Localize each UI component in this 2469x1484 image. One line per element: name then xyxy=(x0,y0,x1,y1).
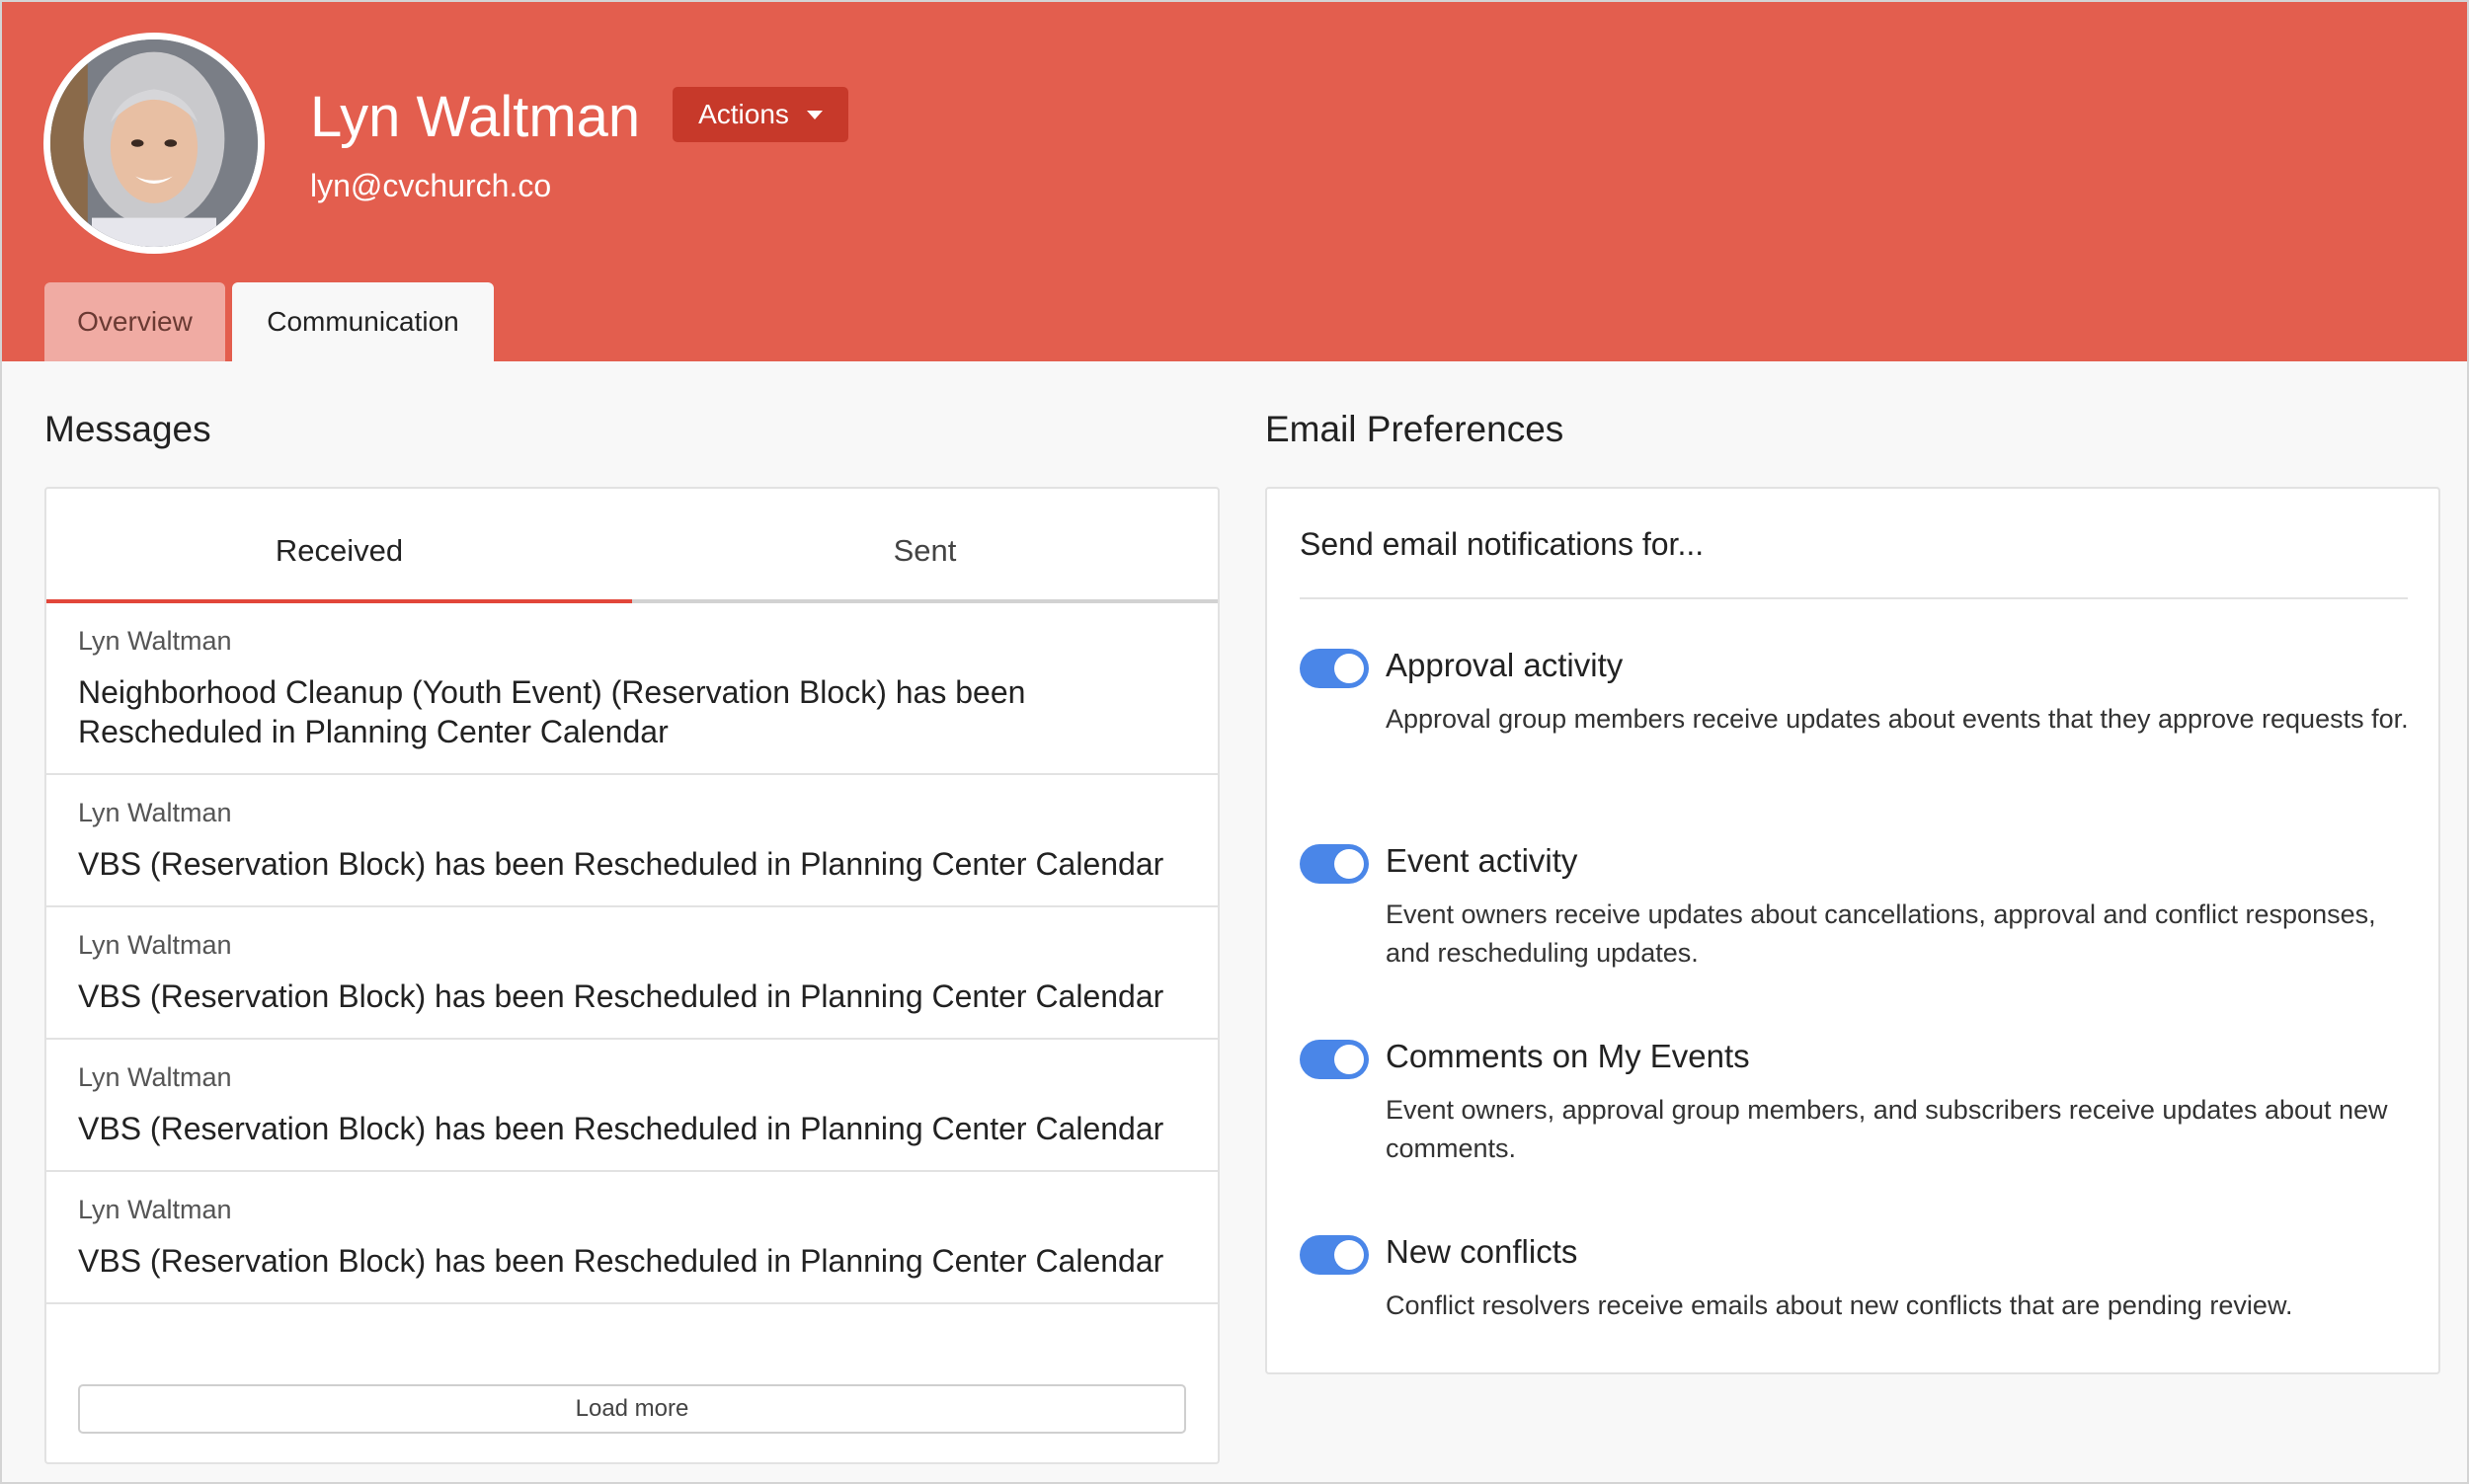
preference-description: Approval group members receive updates a… xyxy=(1386,704,2409,734)
message-sender: Lyn Waltman xyxy=(78,1062,232,1092)
message-subject: VBS (Reservation Block) has been Resched… xyxy=(78,1111,1164,1146)
message-subject: VBS (Reservation Block) has been Resched… xyxy=(78,978,1164,1014)
message-item[interactable]: Lyn Waltman VBS (Reservation Block) has … xyxy=(46,775,1218,907)
actions-dropdown-button[interactable]: Actions xyxy=(673,87,848,142)
event-activity-toggle[interactable] xyxy=(1300,844,1369,884)
message-tabs: Received Sent xyxy=(46,489,1218,603)
preference-description: Event owners receive updates about cance… xyxy=(1386,899,2376,968)
message-subject: VBS (Reservation Block) has been Resched… xyxy=(78,1243,1164,1279)
message-sender: Lyn Waltman xyxy=(78,626,232,656)
preference-label: New conflicts xyxy=(1386,1233,1578,1270)
divider xyxy=(1300,597,2408,599)
app-window: Lyn Waltman Actions lyn@cvchurch.co Over… xyxy=(0,0,2469,1484)
tab-sent-label: Sent xyxy=(893,533,957,568)
comments-on-my-events-toggle[interactable] xyxy=(1300,1040,1369,1079)
email-preferences-panel: Send email notifications for... Approval… xyxy=(1265,487,2440,1374)
toggle-knob xyxy=(1334,654,1364,683)
new-conflicts-toggle[interactable] xyxy=(1300,1235,1369,1275)
avatar-image xyxy=(50,39,258,247)
preference-label: Event activity xyxy=(1386,842,1578,879)
tab-sent[interactable]: Sent xyxy=(632,489,1218,603)
message-sender: Lyn Waltman xyxy=(78,930,232,960)
tab-communication[interactable]: Communication xyxy=(232,282,494,361)
message-item[interactable]: Lyn Waltman VBS (Reservation Block) has … xyxy=(46,907,1218,1040)
tab-communication-label: Communication xyxy=(267,306,459,337)
message-subject: VBS (Reservation Block) has been Resched… xyxy=(78,846,1164,882)
preference-label: Approval activity xyxy=(1386,647,1624,683)
tab-overview-label: Overview xyxy=(77,306,193,337)
message-list: Lyn Waltman Neighborhood Cleanup (Youth … xyxy=(46,603,1218,1304)
preference-description: Conflict resolvers receive emails about … xyxy=(1386,1290,2293,1320)
message-subject: Neighborhood Cleanup (Youth Event) (Rese… xyxy=(78,674,1026,749)
avatar xyxy=(43,33,265,254)
preferences-intro: Send email notifications for... xyxy=(1300,526,1705,562)
caret-down-icon xyxy=(806,110,823,119)
toggle-knob xyxy=(1334,1045,1364,1074)
toggle-knob xyxy=(1334,849,1364,879)
message-sender: Lyn Waltman xyxy=(78,1195,232,1224)
email-preferences-title: Email Preferences xyxy=(1265,409,1564,449)
preference-label: Comments on My Events xyxy=(1386,1038,1750,1074)
approval-activity-toggle[interactable] xyxy=(1300,649,1369,688)
user-name: Lyn Waltman xyxy=(310,85,641,149)
message-item[interactable]: Lyn Waltman Neighborhood Cleanup (Youth … xyxy=(46,603,1218,775)
actions-button-label: Actions xyxy=(698,99,789,129)
user-email: lyn@cvchurch.co xyxy=(310,168,552,203)
message-item[interactable]: Lyn Waltman VBS (Reservation Block) has … xyxy=(46,1040,1218,1172)
messages-panel: Received Sent Lyn Waltman Neighborhood C… xyxy=(44,487,1220,1464)
profile-header: Lyn Waltman Actions lyn@cvchurch.co Over… xyxy=(2,2,2467,361)
tab-received-label: Received xyxy=(275,533,404,568)
tab-received[interactable]: Received xyxy=(46,489,632,603)
message-sender: Lyn Waltman xyxy=(78,798,232,827)
load-more-button[interactable]: Load more xyxy=(78,1384,1186,1434)
messages-title: Messages xyxy=(44,409,211,449)
message-item[interactable]: Lyn Waltman VBS (Reservation Block) has … xyxy=(46,1172,1218,1304)
tab-overview[interactable]: Overview xyxy=(44,282,225,361)
toggle-knob xyxy=(1334,1240,1364,1270)
preference-description: Event owners, approval group members, an… xyxy=(1386,1095,2388,1163)
